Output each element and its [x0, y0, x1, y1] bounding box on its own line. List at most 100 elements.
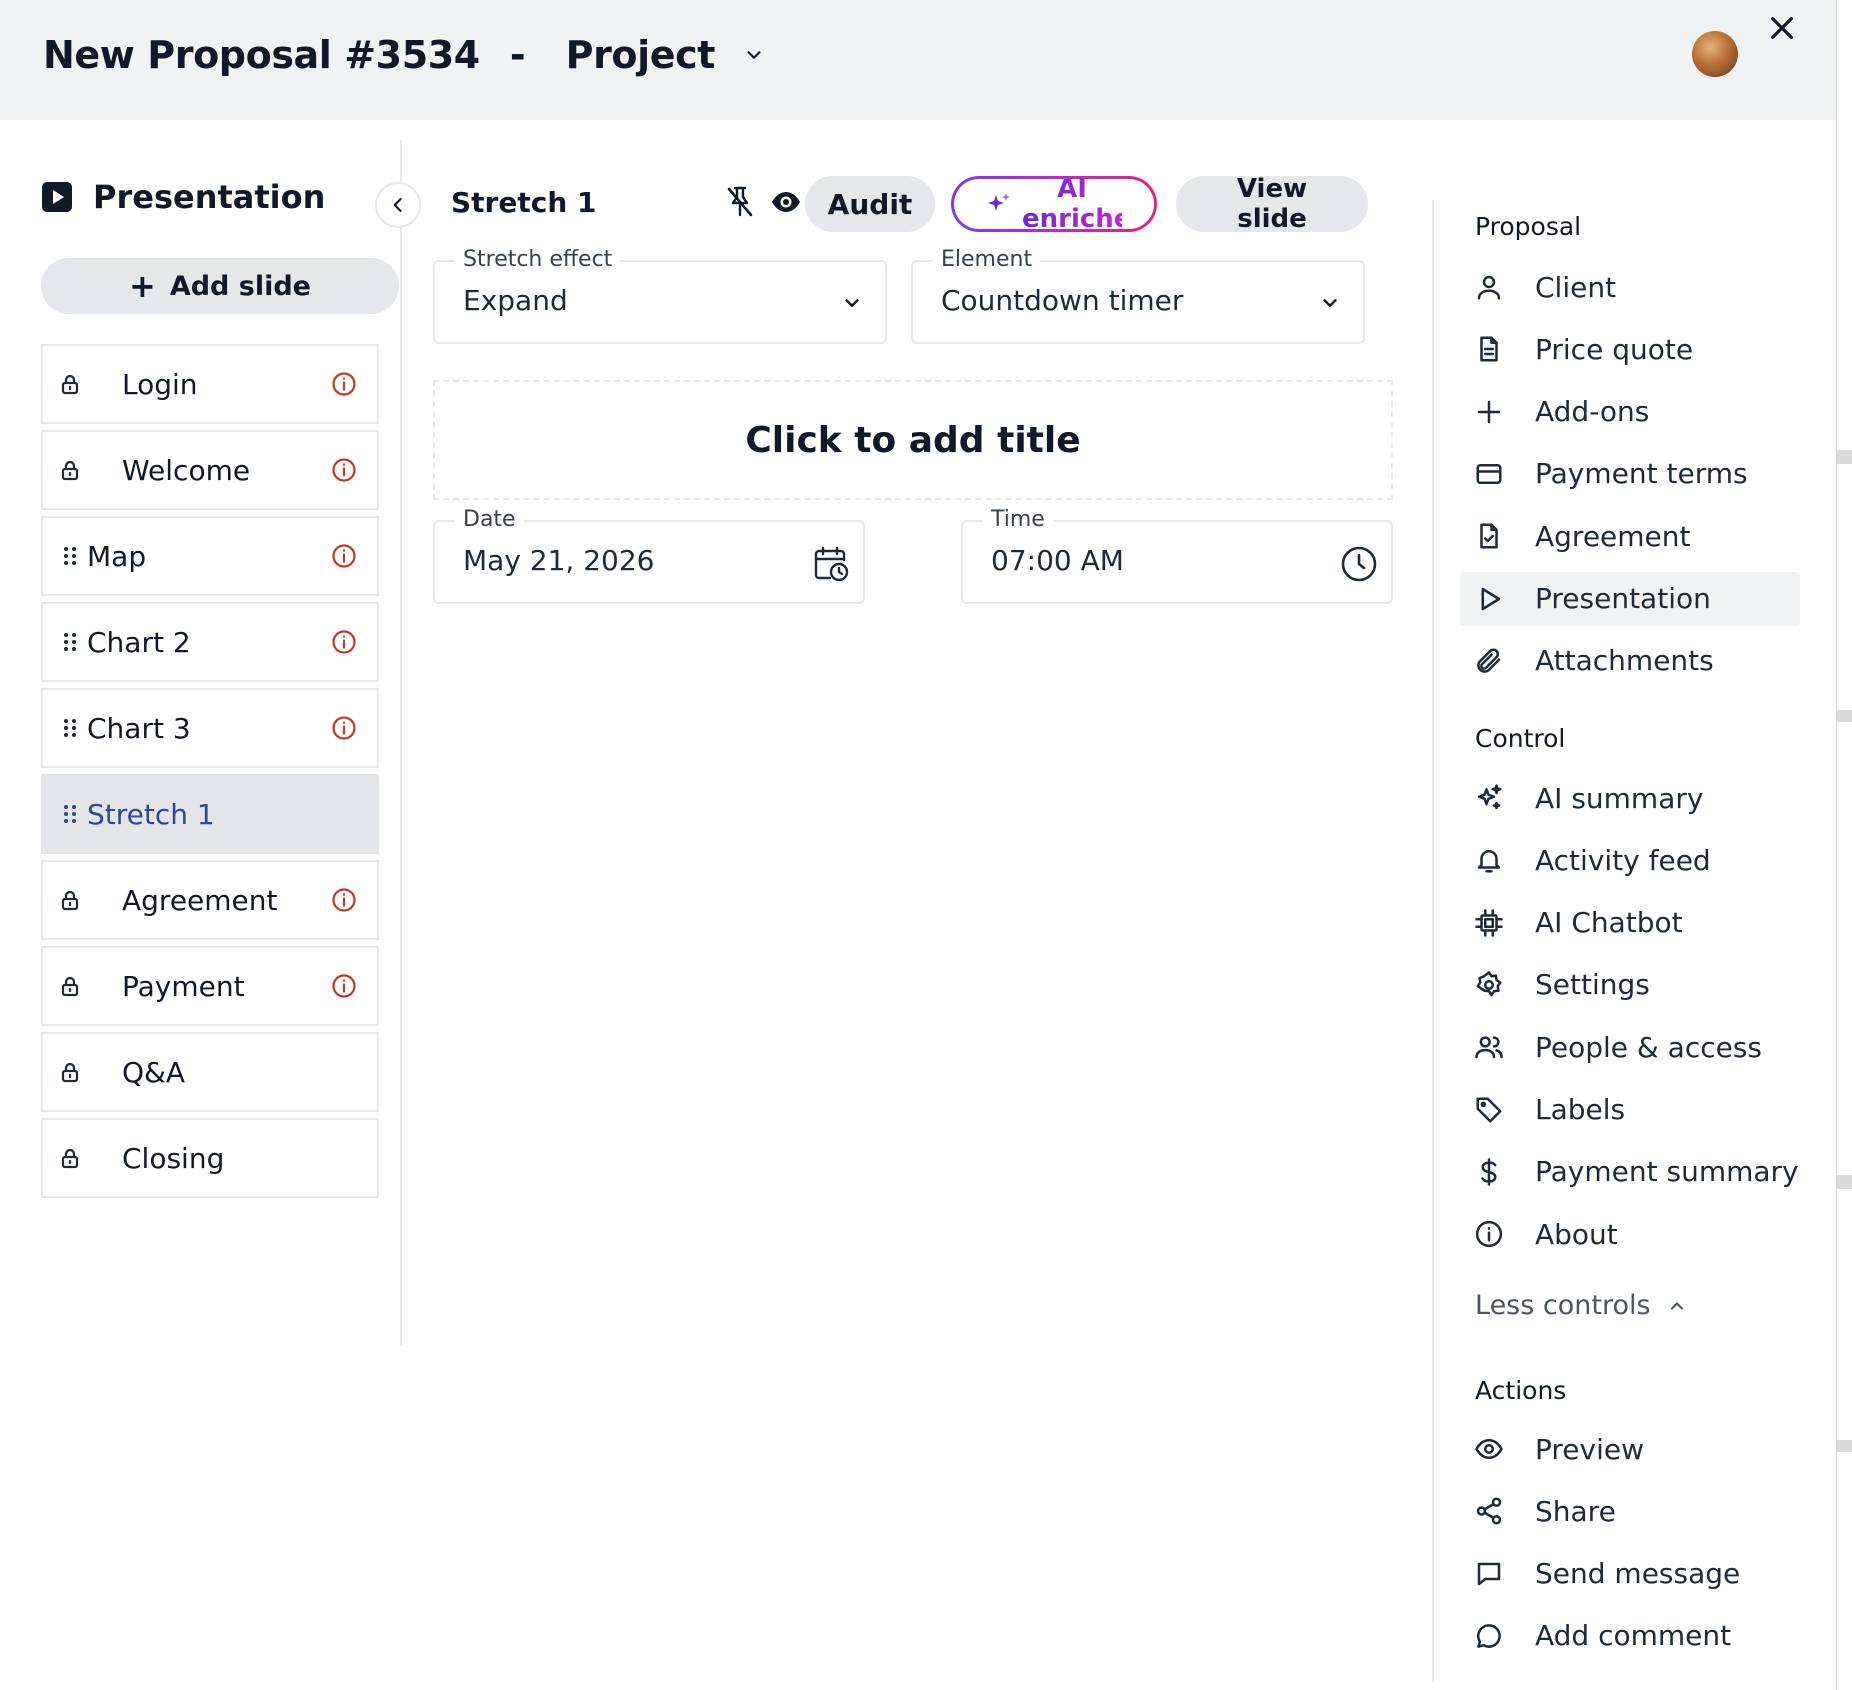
nav-item-activity-feed[interactable]: Activity feed [1460, 833, 1800, 887]
add-slide-button[interactable]: + Add slide [41, 258, 399, 314]
nav-item-payment-summary[interactable]: Payment summary [1460, 1145, 1800, 1199]
nav-item-label: Payment terms [1535, 457, 1748, 491]
presentation-heading: Presentation [41, 178, 325, 216]
slide-item[interactable]: Welcome [41, 430, 379, 510]
warning-info-icon[interactable] [331, 543, 357, 569]
nav-item-label: Activity feed [1535, 843, 1711, 877]
lock-icon [59, 889, 81, 911]
drag-handle-icon[interactable] [59, 545, 81, 567]
proposal-title[interactable]: New Proposal #3534 [43, 33, 480, 77]
slide-item[interactable]: Login [41, 344, 379, 424]
paperclip-icon [1474, 646, 1504, 676]
nav-item-label: Agreement [1535, 519, 1691, 553]
nav-item-people-access[interactable]: People & access [1460, 1020, 1800, 1074]
title-separator: - [509, 33, 526, 77]
nav-item-label: Labels [1535, 1093, 1626, 1126]
slide-item[interactable]: Agreement [41, 860, 379, 940]
nav-item-send-message[interactable]: Send message [1460, 1547, 1800, 1601]
nav-item-about[interactable]: About [1460, 1207, 1800, 1261]
user-icon [1474, 272, 1504, 302]
clock-icon[interactable] [1339, 544, 1379, 584]
nav-item-label: AI summary [1535, 781, 1704, 815]
nav-item-share[interactable]: Share [1460, 1484, 1800, 1538]
people-icon [1474, 1032, 1504, 1062]
slide-item[interactable]: Payment [41, 946, 379, 1026]
collapse-panel-button[interactable] [375, 182, 421, 228]
slide-item[interactable]: Chart 2 [41, 602, 379, 682]
slide-title-placeholder[interactable]: Click to add title [433, 380, 1393, 500]
tag-icon [1474, 1095, 1504, 1125]
nav-item-settings[interactable]: Settings [1460, 958, 1800, 1012]
title-placeholder-text: Click to add title [745, 419, 1081, 461]
warning-info-icon[interactable] [331, 973, 357, 999]
stretch-effect-select[interactable]: Stretch effect Expand [433, 247, 887, 344]
warning-info-icon[interactable] [331, 887, 357, 913]
nav-item-ai-chatbot[interactable]: AI Chatbot [1460, 896, 1800, 950]
slide-label: Welcome [122, 453, 251, 487]
title-wrap: New Proposal #3534 - Project [43, 30, 765, 80]
nav-item-payment-terms[interactable]: Payment terms [1460, 447, 1800, 501]
project-label[interactable]: Project [566, 33, 716, 77]
date-label: Date [455, 507, 524, 532]
slide-list: Login Welcome Map Chart 2 Chart 3 Stretch 1 Ag… [41, 344, 379, 1204]
element-select[interactable]: Element Countdown timer [911, 247, 1365, 344]
nav-item-label: Share [1535, 1494, 1616, 1528]
lock-icon [59, 1061, 81, 1083]
slide-label: Agreement [122, 883, 278, 917]
nav-item-client[interactable]: Client [1460, 260, 1800, 314]
view-slide-button[interactable]: View slide [1176, 174, 1368, 234]
nav-item-attachments[interactable]: Attachments [1460, 634, 1800, 688]
signed-document-icon [1474, 521, 1504, 551]
comment-icon [1474, 1621, 1504, 1651]
date-field[interactable]: Date May 21, 2026 [433, 507, 865, 604]
slide-label: Stretch 1 [87, 797, 215, 831]
warning-info-icon[interactable] [331, 715, 357, 741]
drag-handle-icon[interactable] [59, 717, 81, 739]
warning-info-icon[interactable] [331, 371, 357, 397]
calendar-clock-icon[interactable] [811, 544, 851, 584]
nav-item-add-ons[interactable]: Add-ons [1460, 385, 1800, 439]
chevron-left-icon [393, 198, 402, 212]
nav-item-label: About [1535, 1217, 1618, 1251]
view-slide-label: View slide [1236, 174, 1308, 234]
ai-enricher-label: AI enricher [1022, 176, 1145, 232]
proposal-modal: New Proposal #3534 - Project Presentatio… [0, 0, 1836, 1682]
close-icon[interactable] [1766, 12, 1798, 44]
nav-item-preview[interactable]: Preview [1460, 1422, 1800, 1476]
eye-icon[interactable] [771, 191, 801, 213]
unpin-icon[interactable] [725, 185, 755, 219]
play-icon [1474, 584, 1504, 614]
time-field[interactable]: Time 07:00 AM [961, 507, 1393, 604]
warning-info-icon[interactable] [331, 457, 357, 483]
proposal-section-title: Proposal [1475, 212, 1582, 241]
warning-info-icon[interactable] [331, 629, 357, 655]
actions-section-title: Actions [1475, 1376, 1567, 1405]
slide-label: Map [87, 539, 147, 573]
less-controls-toggle[interactable]: Less controls [1475, 1290, 1687, 1321]
dollar-icon [1474, 1157, 1504, 1187]
element-label: Element [933, 247, 1041, 272]
nav-item-presentation[interactable]: Presentation [1460, 571, 1800, 626]
drag-handle-icon[interactable] [59, 803, 81, 825]
slide-name[interactable]: Stretch 1 [451, 186, 597, 219]
nav-item-agreement[interactable]: Agreement [1460, 509, 1800, 563]
slide-item[interactable]: Q&A [41, 1032, 379, 1112]
slide-item[interactable]: Closing [41, 1118, 379, 1198]
nav-item-labels[interactable]: Labels [1460, 1083, 1800, 1137]
chevron-down-icon[interactable] [743, 44, 765, 66]
nav-item-price-quote[interactable]: Price quote [1460, 322, 1800, 376]
drag-handle-icon[interactable] [59, 631, 81, 653]
slides-panel: Presentation + Add slide Login Welcome Map… [0, 140, 421, 1345]
chevron-down-icon [1323, 299, 1337, 307]
nav-item-ai-summary[interactable]: AI summary [1460, 771, 1800, 825]
nav-item-label: People & access [1535, 1030, 1763, 1064]
element-value: Countdown timer [941, 284, 1184, 317]
audit-button[interactable]: Audit [805, 176, 935, 232]
nav-item-add-comment[interactable]: Add comment [1460, 1609, 1800, 1663]
avatar[interactable] [1692, 31, 1738, 77]
slide-item[interactable]: Stretch 1 [41, 774, 379, 854]
ai-enricher-button[interactable]: AI enricher [951, 176, 1157, 232]
slide-item[interactable]: Map [41, 516, 379, 596]
slide-label: Chart 2 [87, 625, 191, 659]
slide-item[interactable]: Chart 3 [41, 688, 379, 768]
